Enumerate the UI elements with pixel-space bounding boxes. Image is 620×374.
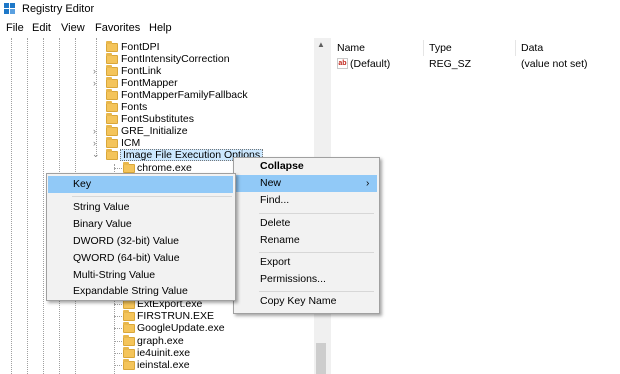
tree-item-fontmapper[interactable]: › FontMapper: [0, 77, 314, 89]
chevron-right-icon[interactable]: ›: [93, 77, 96, 89]
submenu-item-multi-string-value[interactable]: Multi-String Value: [48, 267, 233, 284]
menu-item-export[interactable]: Export: [235, 254, 377, 271]
tree-guide-line: [114, 328, 122, 329]
menu-item-copy-key-name[interactable]: Copy Key Name: [235, 293, 377, 310]
scrollbar-thumb[interactable]: [316, 343, 326, 374]
folder-icon: [123, 335, 135, 346]
menu-edit[interactable]: Edit: [32, 22, 51, 34]
folder-icon: [106, 77, 118, 88]
menu-view[interactable]: View: [61, 22, 85, 34]
submenu-item-binary-value[interactable]: Binary Value: [48, 216, 233, 233]
value-type: REG_SZ: [429, 58, 472, 70]
value-name: (Default): [350, 58, 391, 70]
window-title: Registry Editor: [22, 3, 95, 15]
menu-item-rename[interactable]: Rename: [235, 232, 377, 249]
menu-help[interactable]: Help: [149, 22, 172, 34]
tree-item-icm[interactable]: › ICM: [0, 137, 314, 149]
submenu-item-expandable-string-value[interactable]: Expandable String Value: [48, 283, 233, 300]
column-divider[interactable]: [423, 40, 424, 56]
tree-guide-line: [114, 341, 122, 342]
folder-icon: [106, 65, 118, 76]
column-header-name[interactable]: Name: [337, 42, 365, 54]
submenu-item-string-value[interactable]: String Value: [48, 199, 233, 216]
folder-icon: [106, 125, 118, 136]
folder-icon: [123, 359, 135, 370]
tree-item-fonts[interactable]: Fonts: [0, 101, 314, 113]
new-submenu: Key String Value Binary Value DWORD (32-…: [46, 173, 236, 301]
submenu-item-key[interactable]: Key: [48, 176, 233, 193]
context-menu: Collapse New › Find... Delete Rename Exp…: [233, 157, 380, 314]
tree-guide-line: [114, 316, 122, 317]
chevron-right-icon[interactable]: ›: [93, 125, 96, 137]
folder-icon: [123, 298, 135, 309]
value-data: (value not set): [521, 58, 588, 70]
menu-bar: File Edit View Favorites Help: [0, 20, 620, 38]
tree-item-fontmapperfamilyfallback[interactable]: FontMapperFamilyFallback: [0, 89, 314, 101]
submenu-item-dword-value[interactable]: DWORD (32-bit) Value: [48, 233, 233, 250]
folder-icon: [106, 101, 118, 112]
folder-open-icon: [106, 149, 118, 160]
tree-guide-line: [114, 365, 122, 366]
tree-guide-line: [114, 304, 122, 305]
tree-item-fontintensitycorrection[interactable]: FontIntensityCorrection: [0, 53, 314, 65]
tree-guide-line: [114, 168, 122, 169]
chevron-right-icon: ›: [366, 178, 370, 189]
folder-icon: [106, 53, 118, 64]
menu-file[interactable]: File: [6, 22, 24, 34]
menu-separator: [259, 291, 374, 292]
column-header-type[interactable]: Type: [429, 42, 452, 54]
folder-icon: [106, 113, 118, 124]
title-bar: Registry Editor: [0, 0, 620, 20]
folder-icon: [123, 322, 135, 333]
tree-item-fontdpi[interactable]: FontDPI: [0, 41, 314, 53]
tree-item-ieinstal-exe[interactable]: ieinstal.exe: [0, 359, 314, 371]
tree-item-gre-initialize[interactable]: › GRE_Initialize: [0, 125, 314, 137]
submenu-item-qword-value[interactable]: QWORD (64-bit) Value: [48, 250, 233, 267]
chevron-right-icon[interactable]: ›: [93, 65, 96, 77]
tree-item-fontlink[interactable]: › FontLink: [0, 65, 314, 77]
menu-item-collapse[interactable]: Collapse: [235, 158, 377, 175]
scroll-up-arrow-icon[interactable]: ▲: [317, 40, 325, 49]
menu-separator: [259, 252, 374, 253]
folder-icon: [123, 347, 135, 358]
folder-icon: [106, 137, 118, 148]
tree-item-fontsubstitutes[interactable]: FontSubstitutes: [0, 113, 314, 125]
menu-separator: [259, 213, 374, 214]
folder-icon: [106, 41, 118, 52]
menu-item-new-label: New: [260, 177, 282, 189]
folder-icon: [106, 89, 118, 100]
menu-item-find[interactable]: Find...: [235, 192, 377, 209]
menu-item-permissions[interactable]: Permissions...: [235, 271, 377, 288]
string-value-icon: ab: [337, 58, 348, 69]
tree-guide-line: [114, 353, 122, 354]
folder-icon: [123, 162, 135, 173]
column-header-data[interactable]: Data: [521, 42, 543, 54]
registry-editor-icon: [4, 3, 17, 16]
menu-favorites[interactable]: Favorites: [95, 22, 140, 34]
menu-item-new[interactable]: New ›: [235, 175, 377, 192]
menu-item-delete[interactable]: Delete: [235, 215, 377, 232]
column-divider[interactable]: [515, 40, 516, 56]
tree-item-googleupdate-exe[interactable]: GoogleUpdate.exe: [0, 322, 314, 334]
tree-item-ie4uinit-exe[interactable]: ie4uinit.exe: [0, 347, 314, 359]
chevron-down-icon[interactable]: ⌄: [92, 148, 100, 160]
tree-item-graph-exe[interactable]: graph.exe: [0, 335, 314, 347]
folder-icon: [123, 310, 135, 321]
menu-separator: [72, 196, 232, 197]
